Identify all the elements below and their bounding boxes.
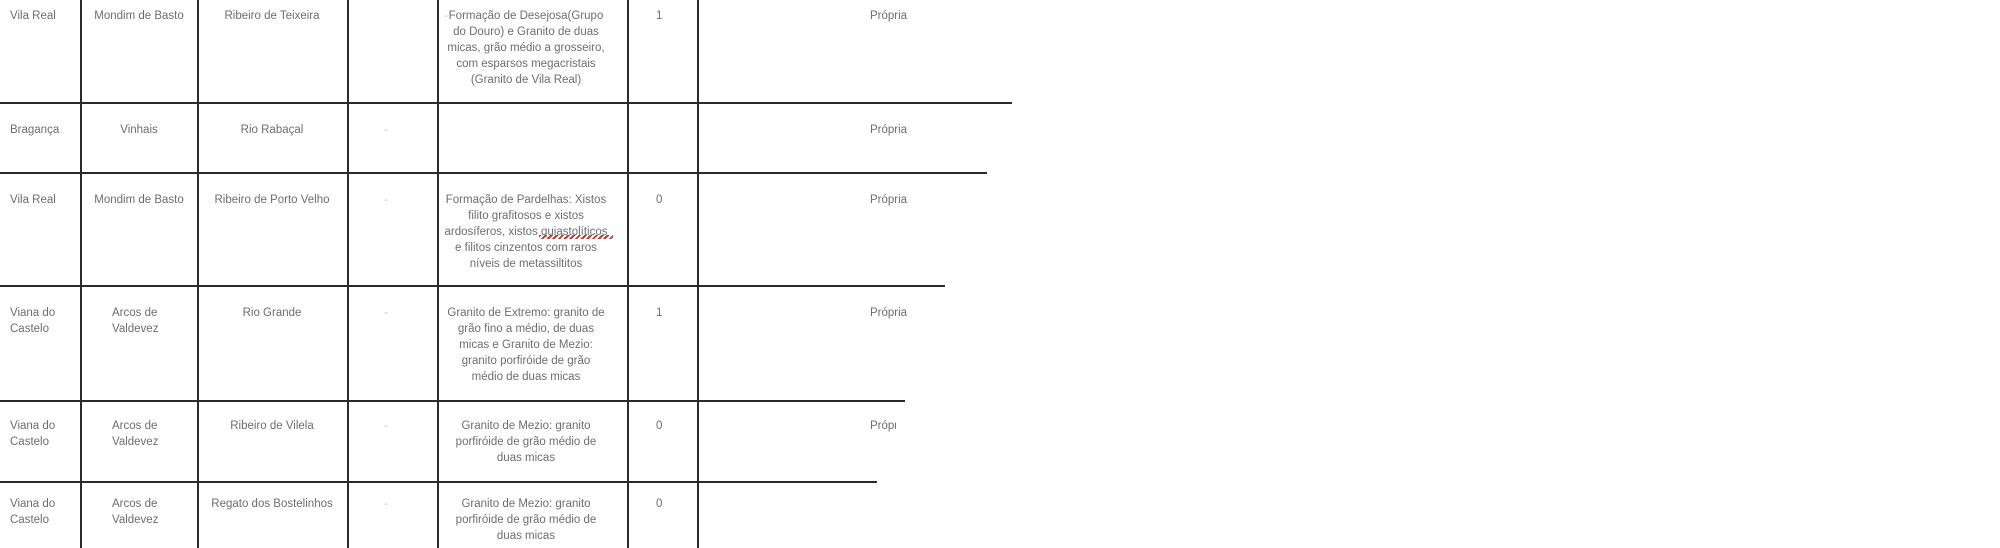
cell-curso-agua: Ribeiro de Porto Velho (214, 194, 330, 206)
geologia-line: micas e Granito de Mezio: (459, 339, 593, 351)
geologia-line: Granito de Mezio: granito (461, 498, 591, 510)
concelho-line: Arcos de (112, 498, 158, 510)
geologia-line: com esparsos megacristais (456, 58, 596, 70)
geologia-line: (Granito de Vila Real) (470, 74, 582, 86)
cell-dash: - (384, 307, 388, 319)
cell-concelho: Vinhais (120, 124, 158, 136)
cell-geologia: Granito de Mezio: granito porfiróide de … (431, 418, 621, 466)
document-table-fragment: Vila Real Mondim de Basto Ribeiro de Tei… (0, 0, 2000, 548)
cell-dash: - (384, 420, 388, 432)
cell-geologia: Formação de Pardelhas: Xistos filito gra… (431, 192, 621, 272)
geologia-line: duas micas (496, 530, 556, 542)
column-divider (80, 0, 82, 548)
geologia-line: duas micas (496, 452, 556, 464)
column-divider (197, 0, 199, 548)
distrito-line: Castelo (10, 436, 49, 448)
geologia-line: grão fino a médio, de duas (457, 323, 595, 335)
cell-tipo: Própria (870, 307, 908, 319)
geologia-line: do Douro) e Granito de duas (453, 26, 599, 38)
cell-distrito: Vila Real (10, 194, 56, 206)
row-divider (0, 102, 1012, 104)
distrito-line: Viana do (10, 498, 56, 510)
cell-curso-agua: Ribeiro de Teixeira (224, 10, 320, 22)
cell-geologia: Formação de Desejosa(Grupo do Douro) e G… (431, 8, 621, 88)
cell-concelho: Mondim de Basto (94, 194, 184, 206)
cell-curso-agua: Rio Grande (242, 307, 302, 319)
concelho-line: Valdevez (112, 514, 159, 526)
cell-geologia: Granito de Mezio: granito porfiróide de … (431, 496, 621, 544)
cell-distrito: Viana do Castelo (10, 418, 76, 450)
cell-dash: - (384, 124, 388, 136)
cell-curso-agua: Ribeiro de Vilela (230, 420, 314, 432)
cell-valor: 0 (656, 420, 663, 432)
geologia-line: micas, grão médio a grosseiro, (447, 42, 605, 54)
cell-concelho: Arcos de Valdevez (112, 305, 192, 337)
row-divider (0, 172, 987, 174)
geologia-line: médio de duas micas (471, 371, 581, 383)
cell-concelho: Mondim de Basto (94, 10, 184, 22)
cell-valor: 1 (656, 10, 663, 22)
row-divider (0, 481, 877, 483)
cell-valor: 0 (656, 498, 663, 510)
distrito-line: Castelo (10, 514, 49, 526)
concelho-line: Valdevez (112, 323, 159, 335)
cell-curso-agua: Rio Rabaçal (240, 124, 304, 136)
cell-tipo: Própria (870, 10, 908, 22)
cell-curso-agua: Regato dos Bostelinhos (211, 498, 333, 510)
column-divider (697, 0, 699, 548)
geologia-line: Formação de Pardelhas: Xistos (445, 194, 607, 206)
cell-dash: - (384, 498, 388, 510)
distrito-line: Castelo (10, 323, 49, 335)
distrito-line: Viana do (10, 307, 56, 319)
row-divider (0, 285, 945, 287)
geologia-line: Formação de Desejosa(Grupo (448, 10, 604, 22)
cell-tipo: Própria (870, 194, 908, 206)
concelho-line: Arcos de (112, 307, 158, 319)
concelho-line: Arcos de (112, 420, 158, 432)
cell-dash: - (384, 194, 388, 206)
geologia-line: níveis de metassiltitos (469, 258, 583, 270)
cell-distrito: Bragança (10, 124, 60, 136)
cell-concelho: Arcos de Valdevez (112, 418, 192, 450)
cell-distrito: Viana do Castelo (10, 496, 76, 528)
cell-distrito: Viana do Castelo (10, 305, 76, 337)
geologia-line: Granito de Mezio: granito (461, 420, 591, 432)
geologia-line: granito porfiróide de grão (461, 355, 591, 367)
cell-tipo: Própria (870, 124, 908, 136)
cell-concelho: Arcos de Valdevez (112, 496, 192, 528)
column-divider (347, 0, 349, 548)
cell-geologia: Granito de Extremo: granito de grão fino… (431, 305, 621, 385)
distrito-line: Viana do (10, 420, 56, 432)
cell-valor: 1 (656, 307, 663, 319)
cell-tipo-clipped: Própria (870, 420, 896, 432)
cell-valor: 0 (656, 194, 663, 206)
row-divider (0, 400, 905, 402)
cell-distrito: Vila Real (10, 10, 56, 22)
column-divider (627, 0, 629, 548)
concelho-line: Valdevez (112, 436, 159, 448)
geologia-line: e filitos cinzentos com raros (455, 242, 597, 254)
spellcheck-underline (539, 235, 613, 239)
geologia-line: Granito de Extremo: granito de (447, 307, 605, 319)
geologia-line: filito grafitosos e xistos (468, 210, 584, 222)
geologia-line: porfiróide de grão médio de (455, 436, 597, 448)
geologia-line: porfiróide de grão médio de (455, 514, 597, 526)
